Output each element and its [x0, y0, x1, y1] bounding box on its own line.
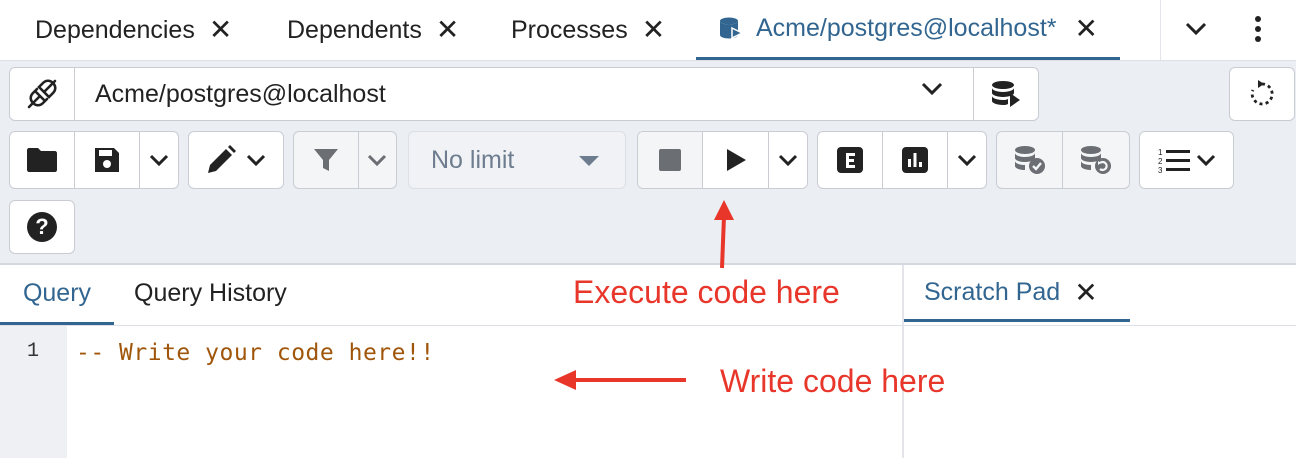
execute-button[interactable] — [703, 132, 770, 188]
save-button[interactable] — [75, 132, 141, 188]
tab-query-tool[interactable]: Acme/postgres@localhost* ✕ — [696, 0, 1120, 60]
transaction-group — [996, 131, 1130, 189]
edit-button[interactable] — [188, 131, 284, 189]
rollback-button[interactable] — [1063, 132, 1129, 188]
numbered-list-icon: 123 — [1158, 147, 1192, 173]
play-icon — [725, 148, 747, 172]
folder-icon — [26, 147, 58, 173]
query-toolbar: Acme/postgres@localhost No limit 1 2 3 ? — [0, 61, 1296, 265]
tab-bar: Dependencies ✕ Dependents ✕ Processes ✕ … — [0, 0, 1296, 61]
explain-icon — [836, 146, 864, 174]
connection-select[interactable]: Acme/postgres@localhost — [74, 67, 974, 121]
filter-icon — [313, 147, 339, 173]
database-icon — [718, 16, 744, 42]
help-icon: ? — [26, 211, 58, 243]
execute-annotation: Execute code here — [573, 274, 840, 310]
chevron-down-icon[interactable] — [1185, 22, 1207, 36]
explain-button[interactable] — [818, 132, 884, 188]
svg-text:1: 1 — [1158, 148, 1163, 157]
execute-options-button[interactable] — [769, 132, 807, 188]
open-file-button[interactable] — [10, 132, 76, 188]
tab-controls — [1160, 0, 1296, 60]
tab-label: Dependencies — [35, 15, 195, 44]
pencil-icon — [206, 145, 240, 175]
refresh-icon — [1247, 79, 1277, 109]
database-play-icon — [990, 79, 1022, 109]
tab-label: Query — [22, 279, 92, 307]
row-limit-select[interactable]: No limit — [408, 131, 626, 189]
tab-dependents[interactable]: Dependents ✕ — [287, 0, 459, 60]
file-group — [9, 131, 179, 189]
explain-group — [817, 131, 987, 189]
tab-label: Processes — [511, 15, 628, 44]
left-arrow-annotation — [554, 370, 686, 390]
more-vertical-icon[interactable] — [1255, 16, 1261, 42]
filter-options-button[interactable] — [359, 132, 396, 188]
database-undo-icon — [1079, 145, 1113, 175]
bar-chart-icon — [901, 146, 929, 174]
svg-text:3: 3 — [1158, 166, 1163, 173]
tab-label: Acme/postgres@localhost* — [756, 14, 1057, 42]
up-arrow-annotation — [714, 200, 734, 269]
stop-icon — [658, 148, 682, 172]
line-number: 1 — [27, 340, 40, 363]
svg-text:?: ? — [35, 214, 48, 239]
scratch-tab-bar: Scratch Pad ✕ — [904, 265, 1296, 326]
close-icon[interactable]: ✕ — [209, 16, 232, 44]
refresh-button[interactable] — [1229, 67, 1295, 121]
tab-processes[interactable]: Processes ✕ — [511, 0, 665, 60]
help-button[interactable]: ? — [9, 200, 75, 254]
macros-button[interactable]: 123 — [1139, 131, 1234, 189]
explain-analyze-button[interactable] — [883, 132, 949, 188]
tab-scratch-pad[interactable]: Scratch Pad ✕ — [904, 265, 1130, 322]
row-limit-value: No limit — [431, 145, 515, 174]
tab-label: Dependents — [287, 15, 422, 44]
database-check-icon — [1013, 145, 1047, 175]
close-icon[interactable]: ✕ — [436, 16, 459, 44]
close-icon[interactable]: ✕ — [642, 16, 665, 44]
save-icon — [93, 146, 121, 174]
save-options-button[interactable] — [140, 132, 178, 188]
tab-label: Query History — [134, 279, 287, 307]
chevron-down-icon — [1196, 154, 1216, 167]
explain-options-button[interactable] — [948, 132, 986, 188]
connection-value: Acme/postgres@localhost — [95, 79, 386, 108]
svg-text:2: 2 — [1158, 157, 1163, 166]
stop-button[interactable] — [638, 132, 704, 188]
chevron-down-icon — [367, 154, 387, 167]
close-icon[interactable]: ✕ — [1075, 14, 1098, 43]
write-annotation: Write code here — [720, 363, 946, 399]
filter-group — [293, 131, 397, 189]
plug-disconnected-icon — [25, 77, 59, 111]
chevron-down-icon — [149, 154, 169, 167]
connection-status-button[interactable] — [9, 67, 75, 121]
tab-dependencies[interactable]: Dependencies ✕ — [35, 0, 232, 60]
code-editor[interactable]: -- Write your code here!! — [76, 340, 435, 366]
tab-label: Scratch Pad — [924, 277, 1061, 306]
close-icon[interactable]: ✕ — [1074, 276, 1097, 309]
caret-down-icon — [579, 156, 599, 166]
chevron-down-icon — [246, 154, 266, 167]
chevron-down-icon — [921, 82, 943, 96]
new-connection-button[interactable] — [973, 67, 1039, 121]
tab-query[interactable]: Query — [0, 265, 114, 325]
filter-button[interactable] — [294, 132, 359, 188]
chevron-down-icon — [957, 154, 977, 167]
execute-group — [637, 131, 808, 189]
commit-button[interactable] — [997, 132, 1063, 188]
tab-query-history[interactable]: Query History — [134, 265, 287, 322]
chevron-down-icon — [778, 154, 798, 167]
